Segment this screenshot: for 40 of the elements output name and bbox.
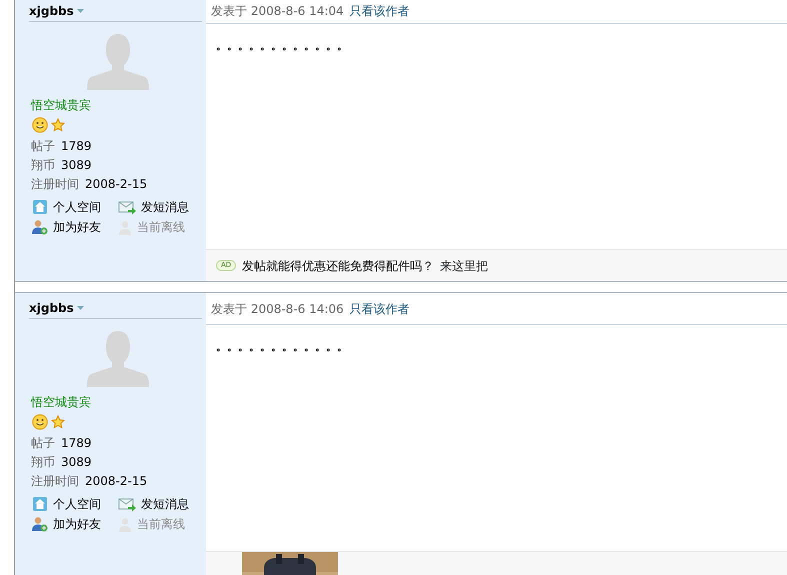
smiley-icon bbox=[32, 117, 48, 133]
ad-link[interactable]: 来这里把 bbox=[440, 256, 488, 274]
username-link[interactable]: xjgbbs bbox=[29, 299, 74, 317]
dropdown-caret-icon bbox=[76, 306, 84, 310]
user-group: 悟空城贵宾 bbox=[31, 393, 206, 411]
add-friend-icon bbox=[32, 516, 48, 532]
stat-value: 1789 bbox=[61, 139, 92, 153]
home-icon bbox=[32, 199, 48, 215]
stat-label: 翔币 bbox=[31, 158, 55, 172]
post-content: 。。。。。。。。。。。。 bbox=[215, 38, 349, 54]
post-content: 。。。。。。。。。。。。 bbox=[215, 339, 349, 355]
stat-value: 3089 bbox=[61, 158, 92, 172]
only-author-link[interactable]: 只看该作者 bbox=[350, 300, 410, 318]
stat-label: 翔币 bbox=[31, 455, 55, 469]
message-icon bbox=[118, 496, 136, 512]
stat-label: 注册时间 bbox=[31, 474, 79, 488]
user-group: 悟空城贵宾 bbox=[31, 96, 206, 114]
star-icon bbox=[51, 118, 65, 132]
dropdown-caret-icon bbox=[76, 8, 84, 14]
username-link[interactable]: xjgbbs bbox=[29, 2, 74, 20]
star-icon bbox=[51, 415, 65, 429]
post-time: 发表于 2008-8-6 14:06 bbox=[211, 301, 344, 318]
stat-label: 帖子 bbox=[31, 436, 55, 450]
stat-label: 帖子 bbox=[31, 139, 55, 153]
only-author-link[interactable]: 只看该作者 bbox=[350, 2, 410, 20]
post-time: 发表于 2008-8-6 14:04 bbox=[211, 3, 344, 20]
add-friend-icon bbox=[32, 219, 48, 235]
home-icon bbox=[32, 496, 48, 512]
online-status: 当前离线 bbox=[137, 219, 185, 236]
stat-value: 2008-2-15 bbox=[85, 177, 148, 191]
stat-value: 1789 bbox=[61, 436, 92, 450]
avatar-icon bbox=[86, 329, 148, 387]
stat-label: 注册时间 bbox=[31, 177, 79, 191]
stat-value: 2008-2-15 bbox=[85, 474, 148, 488]
ad-text: 发帖就能得优惠还能免费得配件吗？ bbox=[242, 258, 434, 274]
smiley-icon bbox=[32, 414, 48, 430]
message-icon bbox=[118, 200, 136, 214]
stat-value: 3089 bbox=[61, 455, 92, 469]
avatar-icon bbox=[86, 32, 148, 90]
online-status: 当前离线 bbox=[137, 516, 185, 533]
